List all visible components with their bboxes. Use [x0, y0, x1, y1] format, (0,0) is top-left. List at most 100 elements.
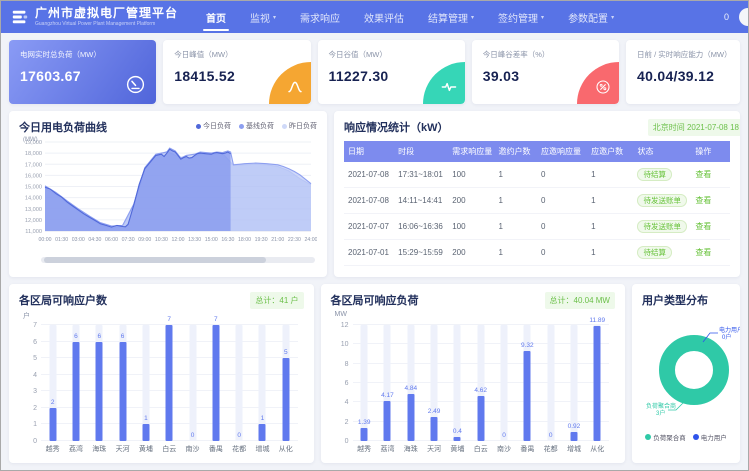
- nav-item-5[interactable]: 签约管理▾: [486, 1, 556, 33]
- cell-invited: 1: [495, 188, 537, 214]
- bar-白云: 4.62: [469, 325, 492, 441]
- legend-item-昨日负荷[interactable]: 昨日负荷: [282, 121, 317, 131]
- bar-越秀: 1.39: [353, 325, 376, 441]
- load-area-chart: 11,00012,00013,00014,00015,00016,00017,0…: [19, 135, 317, 255]
- bar-花都: 0: [228, 325, 251, 441]
- response-table: 日期时段需求响应量邀约户数应邀响应量应邀户数状态操作 2021-07-0817:…: [344, 141, 730, 266]
- bar-value-label: 11.89: [580, 317, 615, 324]
- datazoom-range[interactable]: [44, 257, 266, 263]
- bar-value-label: 5: [268, 349, 303, 356]
- cell-responded: 0: [537, 240, 587, 266]
- cell-status: 待结算: [633, 240, 691, 266]
- dashboard: 电网实时总负荷（MW）17603.67今日峰值（MW）18415.52今日谷值（…: [1, 33, 748, 470]
- view-link[interactable]: 查看: [695, 248, 711, 257]
- bar-track: [189, 325, 196, 441]
- svg-text:07:30: 07:30: [122, 237, 135, 243]
- x-tick-label: 天河: [422, 444, 445, 455]
- kpi-card-response-capability: 日前 / 实时响应能力（MW）40.04/39.12: [626, 40, 740, 104]
- x-axis-labels: 越秀荔湾海珠天河黄埔白云南沙番禺花都增城从化: [353, 444, 610, 455]
- view-link[interactable]: 查看: [695, 170, 711, 179]
- svg-text:0户: 0户: [722, 333, 731, 341]
- column-header: 操作: [691, 141, 730, 162]
- view-link[interactable]: 查看: [695, 196, 711, 205]
- app-title: 广州市虚拟电厂管理平台: [35, 7, 178, 20]
- svg-text:00:00: 00:00: [39, 237, 52, 243]
- kpi-label: 今日峰值（MW）: [174, 49, 299, 60]
- bar-value-label: 7: [152, 316, 187, 323]
- datazoom-slider[interactable]: [41, 257, 315, 263]
- peak-curve-icon: [287, 79, 303, 95]
- cell-status: 待结算: [633, 162, 691, 188]
- cell-resp_users: 1: [587, 214, 633, 240]
- svg-text:负荷聚合商: 负荷聚合商: [646, 402, 676, 410]
- x-tick-label: 白云: [469, 444, 492, 455]
- bars: 26661707015: [41, 325, 298, 441]
- legend-item-今日负荷[interactable]: 今日负荷: [196, 121, 231, 131]
- status-badge: 待发送账单: [637, 194, 687, 207]
- bar-海珠: 4.84: [399, 325, 422, 441]
- legend-label: 基线负荷: [246, 121, 274, 131]
- status-badge: 待结算: [637, 168, 672, 181]
- nav-item-3[interactable]: 效果评估: [352, 1, 416, 33]
- svg-text:18,000: 18,000: [25, 151, 42, 157]
- legend-item-负荷聚合商[interactable]: 负荷聚合商: [645, 432, 686, 442]
- bar-fill: [259, 424, 266, 441]
- y-tick-label: 10: [341, 341, 349, 348]
- y-tick-label: 1: [33, 421, 37, 428]
- bar-fill: [212, 325, 219, 441]
- bar-plot-area: 0246810121.394.174.842.490.44.6209.3200.…: [353, 325, 610, 441]
- response-stats-title: 响应情况统计（kW）: [344, 119, 449, 135]
- nav-item-2[interactable]: 需求响应: [288, 1, 352, 33]
- chevron-down-icon: ▾: [273, 14, 276, 21]
- nav-item-1[interactable]: 监视▾: [238, 1, 288, 33]
- legend-label: 电力用户: [701, 432, 727, 442]
- nav-item-label: 结算管理: [428, 10, 468, 25]
- cell-invited: 1: [495, 162, 537, 188]
- cell-date: 2021-07-08: [344, 188, 394, 214]
- bar-fill: [72, 342, 79, 441]
- avatar[interactable]: [739, 8, 748, 26]
- x-tick-label: 花都: [539, 444, 562, 455]
- user-type-card: 用户类型分布 电力用户0户负荷聚合商3户 负荷聚合商电力用户: [632, 284, 740, 463]
- district-load-title: 各区局可响应负荷: [331, 292, 419, 308]
- nav-item-6[interactable]: 参数配置▾: [556, 1, 626, 33]
- view-link[interactable]: 查看: [695, 222, 711, 231]
- table-row: 2021-07-0115:29~15:59200101待结算查看: [344, 240, 730, 266]
- bar-fill: [407, 394, 414, 441]
- bar-plot-area: 0123456726661707015: [41, 325, 298, 441]
- bar-fill: [594, 326, 601, 441]
- nav-item-label: 首页: [206, 10, 226, 25]
- svg-text:09:00: 09:00: [138, 237, 151, 243]
- district-users-bar-chart: 户0123456726661707015越秀荔湾海珠天河黄埔白云南沙番禺花都增城…: [19, 321, 304, 455]
- x-tick-label: 天河: [111, 444, 134, 455]
- response-table-body: 2021-07-0817:31~18:01100101待结算查看2021-07-…: [344, 162, 730, 266]
- legend-item-电力用户[interactable]: 电力用户: [693, 432, 727, 442]
- nav-item-4[interactable]: 结算管理▾: [416, 1, 486, 33]
- legend-item-基线负荷[interactable]: 基线负荷: [239, 121, 274, 131]
- bar-fill: [454, 437, 461, 441]
- x-tick-label: 黄埔: [446, 444, 469, 455]
- svg-text:13:30: 13:30: [188, 237, 201, 243]
- svg-text:15:00: 15:00: [205, 237, 218, 243]
- svg-text:01:30: 01:30: [55, 237, 68, 243]
- svg-text:22:30: 22:30: [288, 237, 301, 243]
- district-users-card: 各区局可响应户数 总计：41 户 户0123456726661707015越秀荔…: [9, 284, 314, 463]
- app-subtitle: Guangzhou Virtual Power Plant Management…: [35, 21, 178, 27]
- svg-text:13,000: 13,000: [25, 207, 42, 213]
- nav-right: 0: [724, 8, 748, 26]
- column-header: 需求响应量: [448, 141, 494, 162]
- bar-track: [501, 325, 508, 441]
- bar-track: [454, 325, 461, 441]
- bar-从化: 5: [274, 325, 297, 441]
- column-header: 应邀响应量: [537, 141, 587, 162]
- logo-icon: [11, 8, 29, 26]
- svg-text:16:30: 16:30: [221, 237, 234, 243]
- x-tick-label: 荔湾: [64, 444, 87, 455]
- bar-fill: [166, 325, 173, 441]
- nav-item-0[interactable]: 首页: [194, 1, 238, 33]
- notification-count[interactable]: 0: [724, 12, 729, 22]
- kpi-label: 今日谷值（MW）: [329, 49, 454, 60]
- cell-period: 14:11~14:41: [394, 188, 448, 214]
- load-curve-title: 今日用电负荷曲线: [19, 119, 107, 135]
- cell-status: 待发送账单: [633, 188, 691, 214]
